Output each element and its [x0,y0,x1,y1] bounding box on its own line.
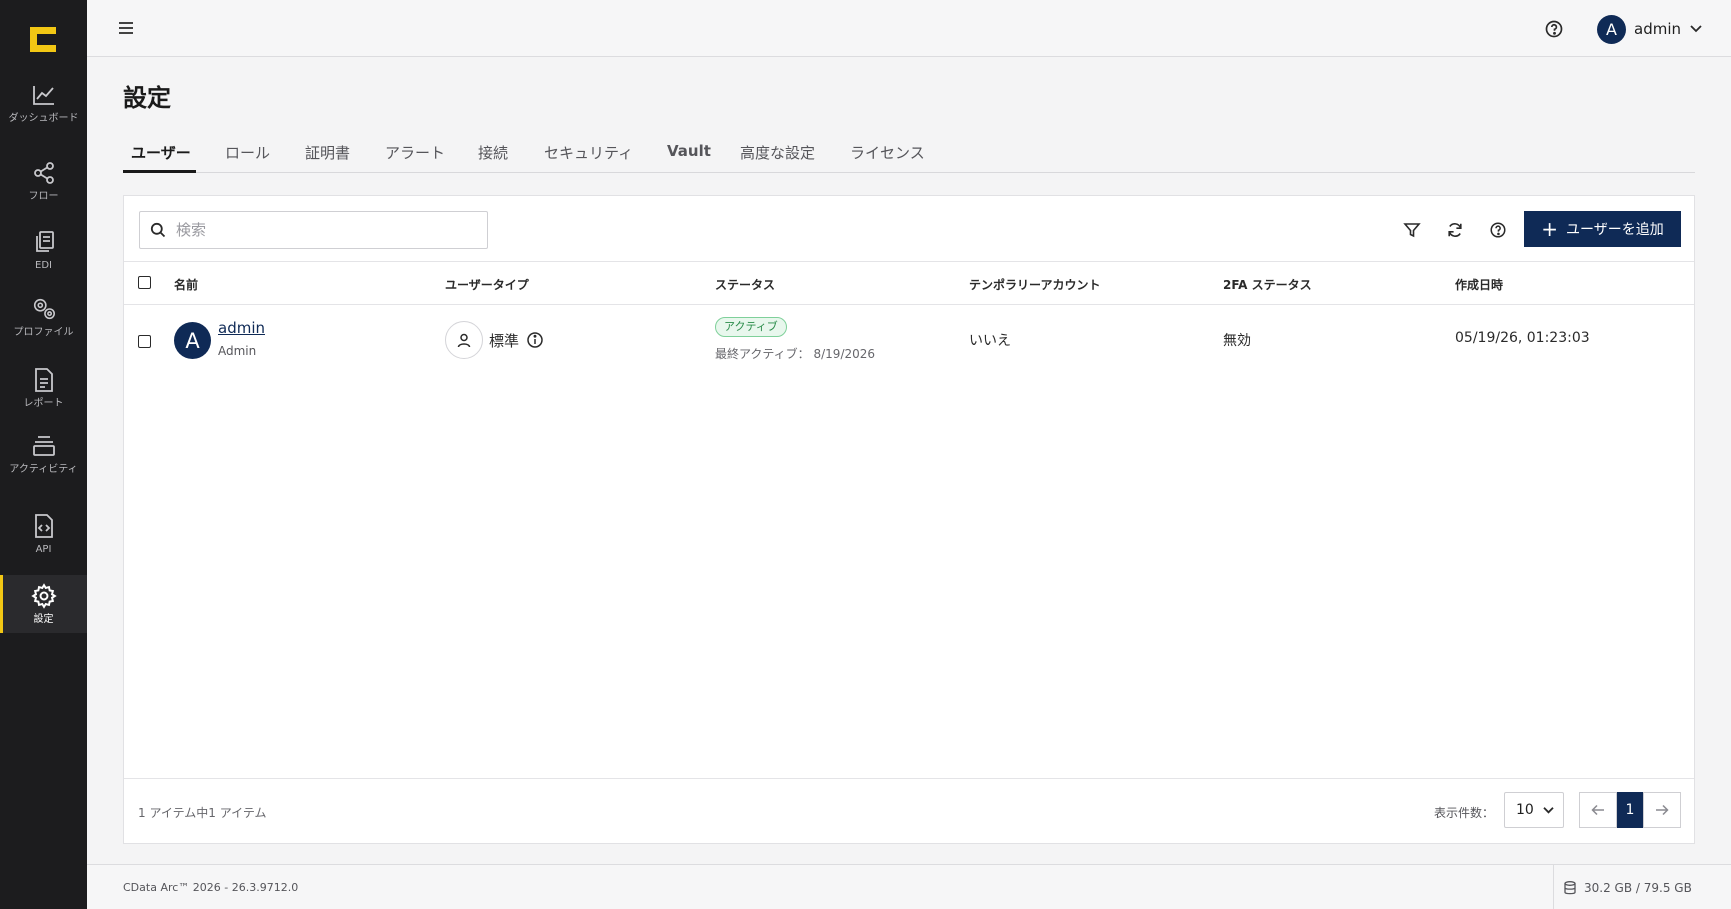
avatar: A [1597,14,1626,44]
sidebar-item-label: 設定 [33,614,54,625]
column-header-user-type[interactable]: ユーザータイプ [445,276,529,293]
column-header-temporary-account[interactable]: テンポラリーアカウント [969,276,1101,293]
per-page-value: 10 [1516,802,1534,818]
prev-page-button[interactable] [1579,792,1617,828]
pagination: 1 [1579,792,1681,828]
gear-icon [30,583,57,609]
active-tab-indicator [123,170,196,173]
sidebar-item-label: プロファイル [13,327,74,338]
status-bar: CData Arc™ 2026 - 26.3.9712.0 30.2 GB / … [87,864,1731,909]
hamburger-menu-icon[interactable] [117,20,135,36]
row-checkbox[interactable] [138,335,151,348]
user-icon [445,321,483,359]
sidebar-item-label: ダッシュボード [8,113,79,124]
sidebar-item-label: API [35,544,52,555]
user-role: Admin [218,344,257,358]
item-count: 1 アイテム中1 アイテム [138,806,267,820]
next-page-button[interactable] [1643,792,1681,828]
sidebar-item-flows[interactable]: フロー [0,160,87,206]
search-box[interactable] [139,211,488,249]
help-icon[interactable] [1488,220,1508,240]
tab-license[interactable]: ライセンス [850,142,925,163]
status-badge: アクティブ [715,317,787,337]
sidebar-item-settings[interactable]: 設定 [0,575,87,633]
info-icon[interactable] [526,331,544,349]
search-icon [150,222,166,238]
sidebar-item-activity[interactable]: アクティビティ [0,433,87,491]
storage-text: 30.2 GB / 79.5 GB [1584,880,1692,895]
top-bar: A admin [87,0,1731,57]
select-all-checkbox[interactable] [138,276,151,289]
column-header-2fa-status[interactable]: 2FA ステータス [1223,276,1312,293]
chevron-down-icon [1543,806,1554,814]
per-page-label: 表示件数： [1434,806,1495,820]
cdata-logo[interactable] [30,27,56,52]
settings-tabs: ユーザー ロール 証明書 アラート 接続 セキュリティ Vault 高度な設定 … [123,132,1695,173]
share-nodes-icon [31,160,57,186]
sidebar-item-label: フロー [28,191,59,202]
last-active-text: 最終アクティブ： 8/19/2026 [715,347,876,361]
storage-usage: 30.2 GB / 79.5 GB [1553,865,1692,909]
tab-connections[interactable]: 接続 [478,142,508,163]
plus-icon: + [1541,217,1559,241]
tab-users[interactable]: ユーザー [131,142,191,163]
tab-security[interactable]: セキュリティ [544,142,633,163]
user-name: admin [1634,20,1681,38]
help-icon[interactable] [1544,19,1564,39]
created-date-value: 05/19/26, 01:23:03 [1455,330,1590,346]
arrow-right-icon [1656,804,1669,816]
2fa-status-value: 無効 [1223,333,1251,349]
page-title: 設定 [123,84,171,112]
user-menu[interactable]: A admin [1597,14,1703,44]
sidebar-item-api[interactable]: API [0,513,87,559]
avatar: A [174,322,211,359]
tab-vault[interactable]: Vault [667,142,711,160]
per-page-select[interactable]: 10 [1504,792,1564,828]
table-footer: 1 アイテム中1 アイテム 表示件数： 10 1 [124,778,1694,843]
column-header-status[interactable]: ステータス [715,276,775,293]
documents-icon [31,229,57,255]
sidebar-item-edi[interactable]: EDI [0,229,87,275]
stack-icon [31,433,57,459]
sidebar-item-reports[interactable]: レポート [0,367,87,413]
sidebar-item-label: レポート [23,398,64,409]
add-user-label: ユーザーを追加 [1566,222,1664,238]
report-icon [31,367,57,393]
tab-certificates[interactable]: 証明書 [305,142,350,163]
chevron-down-icon [1690,25,1702,33]
tab-advanced[interactable]: 高度な設定 [740,142,815,163]
code-file-icon [31,513,57,539]
table-header: 名前 ユーザータイプ ステータス テンポラリーアカウント 2FA ステータス 作… [124,261,1694,305]
database-icon [1564,880,1576,894]
user-name-link[interactable]: admin [218,319,265,337]
page-number-button[interactable]: 1 [1617,792,1643,828]
sidebar-item-label: EDI [35,260,52,271]
column-header-name[interactable]: 名前 [174,276,198,293]
arrow-left-icon [1591,804,1604,816]
temporary-account-value: いいえ [969,333,1011,349]
tab-alerts[interactable]: アラート [385,142,445,163]
table-row: A admin Admin 標準 アクティブ 最終アクティブ： 8/19/202… [124,305,1694,375]
search-input[interactable] [176,221,476,239]
add-user-button[interactable]: + ユーザーを追加 [1524,211,1681,247]
sidebar-item-profile[interactable]: プロファイル [0,296,87,342]
version-text: CData Arc™ 2026 - 26.3.9712.0 [123,881,299,894]
users-panel: + ユーザーを追加 名前 ユーザータイプ ステータス テンポラリーアカウント 2… [123,195,1695,844]
column-header-created[interactable]: 作成日時 [1455,276,1503,293]
sidebar-item-label: アクティビティ [9,464,78,475]
sidebar-item-dashboard[interactable]: ダッシュボード [0,82,87,142]
sidebar: ダッシュボード フロー EDI プロファイル レポート アクティビティ API … [0,0,87,909]
filter-icon[interactable] [1402,220,1422,240]
gears-icon [31,296,57,322]
user-type: 標準 [489,332,520,350]
refresh-icon[interactable] [1445,220,1465,240]
tab-roles[interactable]: ロール [225,142,270,163]
chart-line-icon [31,82,57,108]
